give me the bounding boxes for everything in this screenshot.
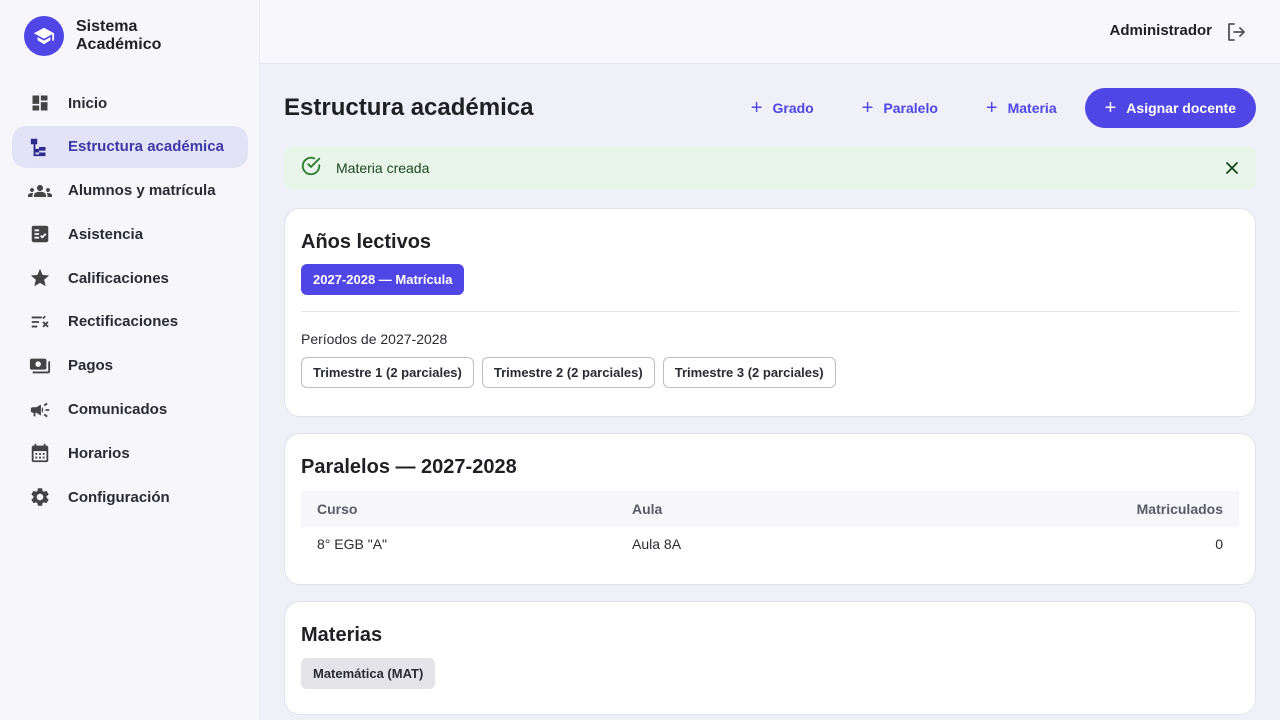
asignar-docente-button[interactable]: + Asignar docente bbox=[1084, 88, 1256, 128]
add-paralelo-label: Paralelo bbox=[883, 100, 938, 116]
column-header-curso[interactable]: Curso bbox=[301, 491, 616, 527]
cell-aula: Aula 8A bbox=[632, 536, 682, 552]
hierarchy-icon bbox=[28, 135, 52, 159]
sidebar-item-calificaciones[interactable]: Calificaciones bbox=[12, 257, 248, 299]
sidebar-item-rectificaciones[interactable]: Rectificaciones bbox=[12, 301, 248, 343]
user-name[interactable]: Administrador bbox=[1109, 22, 1212, 39]
plus-icon: + bbox=[861, 97, 874, 119]
page-actions: + Grado + Paralelo + Materia + Asignar docen… bbox=[715, 88, 1256, 128]
column-header-matriculados[interactable]: Matriculados bbox=[931, 491, 1239, 527]
edit-list-icon bbox=[28, 310, 52, 334]
add-materia-button[interactable]: + Materia bbox=[974, 88, 1069, 128]
table-row[interactable]: 8° EGB "A" Aula 8A 0 bbox=[301, 527, 1239, 561]
sidebar-item-label: Rectificaciones bbox=[68, 313, 179, 331]
anio-chip-selected[interactable]: 2027-2028 — Matrícula bbox=[301, 264, 465, 295]
plus-icon: + bbox=[750, 97, 763, 119]
gear-icon bbox=[28, 485, 52, 509]
add-grado-button[interactable]: + Grado bbox=[739, 88, 826, 128]
anios-title: Años lectivos bbox=[301, 231, 432, 253]
brand-name: Sistema Académico bbox=[76, 18, 162, 53]
paralelos-card: Paralelos — 2027-2028 Curso Aula Matricu… bbox=[284, 433, 1256, 585]
sidebar-item-alumnos[interactable]: Alumnos y matrícula bbox=[12, 170, 248, 212]
calendar-icon bbox=[28, 441, 52, 465]
graduation-cap-icon bbox=[24, 16, 64, 56]
check-circle-icon bbox=[300, 155, 322, 182]
sidebar: Sistema Académico Inicio Estructura acad… bbox=[0, 0, 260, 720]
column-header-aula[interactable]: Aula bbox=[616, 491, 931, 527]
checklist-icon bbox=[28, 222, 52, 246]
alert-message: Materia creada bbox=[336, 160, 430, 176]
sidebar-item-label: Estructura académica bbox=[68, 138, 224, 156]
sidebar-nav: Inicio Estructura académica Alumnos y ma… bbox=[12, 82, 248, 520]
sidebar-item-label: Pagos bbox=[68, 357, 114, 375]
materias-card: Materias Matemática (MAT) bbox=[284, 601, 1256, 715]
plus-icon: + bbox=[1104, 97, 1117, 119]
cell-curso: 8° EGB "A" bbox=[317, 536, 388, 552]
table-header-row: Curso Aula Matriculados bbox=[301, 491, 1239, 527]
sidebar-item-label: Configuración bbox=[68, 488, 170, 506]
topbar: Administrador bbox=[260, 0, 1280, 64]
plus-icon: + bbox=[985, 97, 998, 119]
paralelos-table: Curso Aula Matriculados 8° EGB "A" Aula … bbox=[301, 491, 1239, 561]
periodo-chip[interactable]: Trimestre 1 (2 parciales) bbox=[301, 357, 474, 388]
sidebar-item-asistencia[interactable]: Asistencia bbox=[12, 213, 248, 255]
anios-lectivos-card: Años lectivos 2027-2028 — Matrícula Perí… bbox=[284, 208, 1256, 417]
add-paralelo-button[interactable]: + Paralelo bbox=[850, 88, 950, 128]
cell-matriculados: 0 bbox=[1215, 536, 1223, 552]
people-icon bbox=[28, 179, 52, 203]
sidebar-item-configuracion[interactable]: Configuración bbox=[12, 476, 248, 518]
brand[interactable]: Sistema Académico bbox=[24, 16, 196, 56]
sidebar-item-horarios[interactable]: Horarios bbox=[12, 432, 248, 474]
sidebar-item-label: Inicio bbox=[68, 94, 108, 112]
close-icon[interactable] bbox=[1222, 158, 1242, 178]
sidebar-item-label: Horarios bbox=[68, 444, 130, 462]
materias-title: Materias bbox=[301, 624, 383, 646]
materia-chip[interactable]: Matemática (MAT) bbox=[301, 658, 436, 689]
sidebar-item-label: Comunicados bbox=[68, 401, 168, 419]
sidebar-item-label: Alumnos y matrícula bbox=[68, 182, 216, 200]
periodos-label: Períodos de 2027-2028 bbox=[301, 331, 448, 347]
sidebar-item-estructura[interactable]: Estructura académica bbox=[12, 125, 248, 168]
payments-icon bbox=[28, 354, 52, 378]
logout-icon[interactable] bbox=[1224, 20, 1248, 44]
sidebar-item-inicio[interactable]: Inicio bbox=[12, 82, 248, 124]
sidebar-item-label: Asistencia bbox=[68, 225, 144, 243]
add-grado-label: Grado bbox=[772, 100, 814, 116]
add-materia-label: Materia bbox=[1007, 100, 1057, 116]
success-alert: Materia creada bbox=[284, 146, 1256, 190]
megaphone-icon bbox=[28, 398, 52, 422]
periodos-list: Trimestre 1 (2 parciales) Trimestre 2 (2 … bbox=[301, 357, 1239, 388]
periodo-chip[interactable]: Trimestre 3 (2 parciales) bbox=[662, 357, 836, 388]
asignar-docente-label: Asignar docente bbox=[1126, 100, 1236, 116]
star-icon bbox=[28, 266, 52, 290]
periodo-chip[interactable]: Trimestre 2 (2 parciales) bbox=[481, 357, 655, 388]
dashboard-icon bbox=[28, 91, 52, 115]
paralelos-title: Paralelos — 2027-2028 bbox=[301, 456, 517, 478]
sidebar-item-pagos[interactable]: Pagos bbox=[12, 345, 248, 387]
sidebar-item-comunicados[interactable]: Comunicados bbox=[12, 389, 248, 431]
divider bbox=[301, 311, 1239, 312]
page-title: Estructura académica bbox=[284, 94, 534, 121]
sidebar-item-label: Calificaciones bbox=[68, 269, 169, 287]
